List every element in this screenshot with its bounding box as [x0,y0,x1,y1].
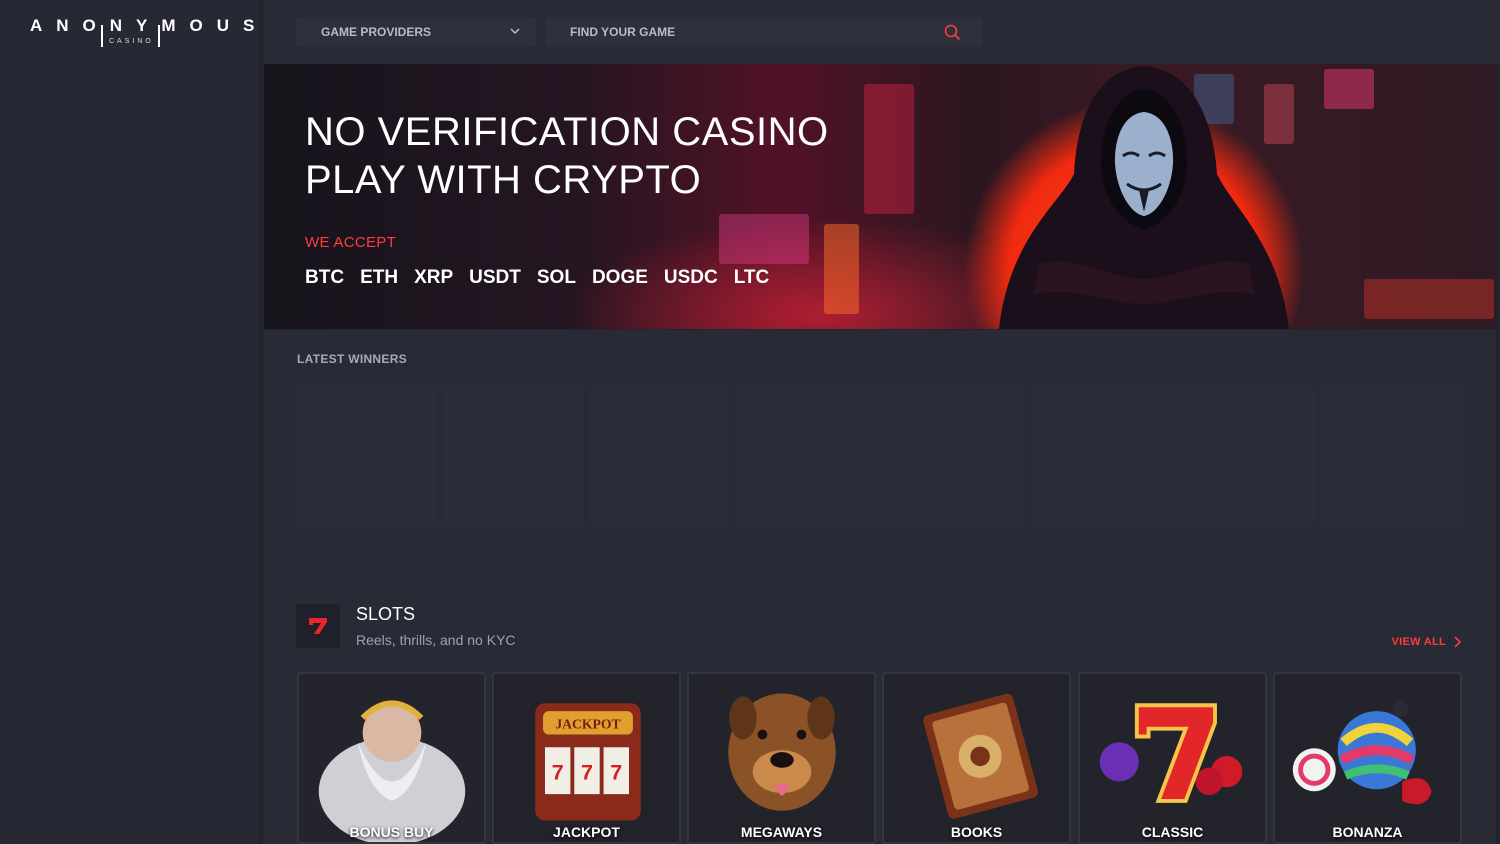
search-placeholder: FIND YOUR GAME [570,25,676,39]
winner-card-placeholder [297,386,437,526]
slots-title: SLOTS [356,604,416,624]
neon-sign [824,224,859,314]
game-label: BOOKS [950,824,1003,840]
svg-text:7: 7 [610,760,622,784]
hero-title: NO VERIFICATION CASINO PLAY WITH CRYPTO [305,108,829,204]
latest-winners-title: LATEST WINNERS [297,352,407,366]
winner-card-placeholder [589,386,729,526]
winner-card-placeholder [443,386,583,526]
game-card-bonus-buy[interactable]: BONUS BUY [297,672,486,844]
chevron-down-icon [510,28,520,35]
view-all-link[interactable]: VIEW ALL [1391,636,1446,648]
accepted-coins-list: BTC ETH XRP USDT SOL DOGE USDC LTC [305,267,769,289]
slots-category-icon [296,604,340,648]
logo-decoration [101,25,103,47]
hero-title-line-1: NO VERIFICATION CASINO [305,110,829,154]
hooded-figure-image [999,66,1289,329]
winner-card-placeholder [735,386,1025,526]
neon-sign [864,84,914,214]
coin-xrp: XRP [414,267,454,288]
game-card-bonanza[interactable]: BONANZA [1273,672,1462,844]
seven-icon [309,618,327,634]
coin-sol: SOL [536,267,576,288]
logo-decoration [158,25,160,47]
game-providers-dropdown[interactable]: GAME PROVIDERS [296,17,536,47]
coin-btc: BTC [305,267,345,288]
search-input[interactable]: FIND YOUR GAME [545,17,983,47]
candy-bomb-icon [1275,674,1460,842]
hero-banner[interactable]: NO VERIFICATION CASINO PLAY WITH CRYPTO … [264,64,1496,329]
slot-machine-icon: JACKPOT 7 7 7 [494,674,679,842]
slots-subtitle: Reels, thrills, and no KYC [356,632,516,648]
neon-sign [1364,279,1494,319]
game-providers-label: GAME PROVIDERS [321,25,432,39]
game-card-megaways[interactable]: MEGAWAYS [687,672,876,844]
svg-text:7: 7 [581,760,593,784]
winner-card-placeholder [1322,386,1464,526]
chevron-right-icon[interactable] [1452,636,1462,648]
game-card-jackpot[interactable]: JACKPOT 7 7 7 JACKPOT [492,672,681,844]
neon-sign [719,214,809,264]
game-label: JACKPOT [553,824,620,840]
coin-eth: ETH [360,267,399,288]
coin-doge: DOGE [591,267,648,288]
coin-usdc: USDC [663,267,718,288]
neon-sign [1324,69,1374,109]
we-accept-label: WE ACCEPT [305,234,397,251]
game-label: BONUS BUY [349,824,434,840]
svg-text:7: 7 [552,760,564,784]
game-label: BONANZA [1332,824,1403,840]
winner-card-placeholder [1031,386,1316,526]
game-label: MEGAWAYS [740,824,823,840]
coin-ltc: LTC [733,267,770,288]
slots-section: SLOTS Reels, thrills, and no KYC VIEW AL… [264,572,1496,844]
game-card-classic[interactable]: CLASSIC [1078,672,1267,844]
sidebar: ANONYMOUS CASINO [0,0,260,844]
brand-sub: CASINO [109,38,154,45]
hero-title-line-2: PLAY WITH CRYPTO [305,158,702,202]
coin-usdt: USDT [469,267,521,288]
zeus-icon [299,674,484,842]
dog-icon [689,674,874,842]
svg-text:JACKPOT: JACKPOT [555,717,620,732]
game-card-books[interactable]: BOOKS [882,672,1071,844]
game-label: CLASSIC [1141,824,1204,840]
search-icon[interactable] [944,24,961,41]
book-icon [884,674,1069,842]
latest-winners-section: LATEST WINNERS [264,330,1496,571]
seven-fruit-icon [1080,674,1265,842]
top-bar: GAME PROVIDERS FIND YOUR GAME [264,0,1500,64]
brand-name: ANONYMOUS [30,16,269,35]
brand-logo[interactable]: ANONYMOUS CASINO [30,16,269,48]
